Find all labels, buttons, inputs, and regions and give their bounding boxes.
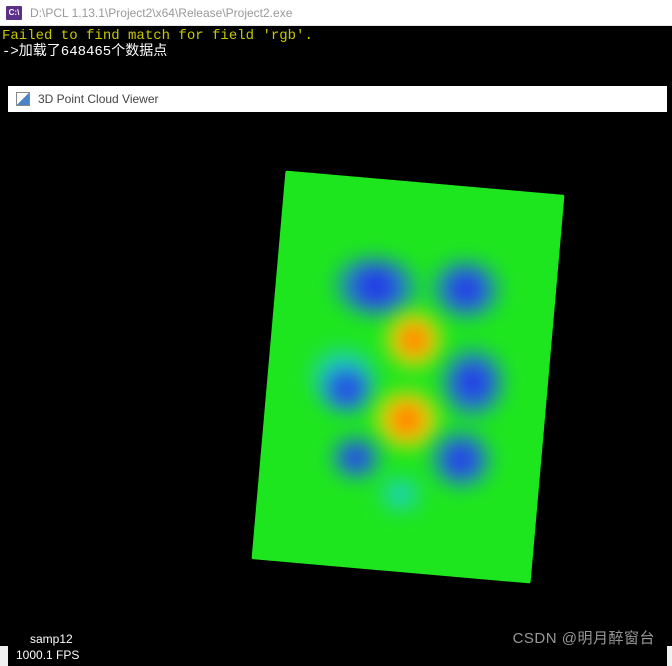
viewer-window-title: 3D Point Cloud Viewer <box>38 92 159 106</box>
viewer-app-icon <box>16 92 30 106</box>
console-app-icon: C:\ <box>6 6 22 20</box>
heatmap-blob <box>384 310 444 370</box>
heatmap-blob <box>329 255 423 318</box>
heatmap-background <box>252 171 565 584</box>
console-output: Failed to find match for field 'rgb'. ->… <box>0 26 672 646</box>
console-window: C:\ D:\PCL 1.13.1\Project2\x64\Release\P… <box>0 0 672 646</box>
fps-counter: 1000.1 FPS <box>16 648 79 662</box>
console-line-warning: Failed to find match for field 'rgb'. <box>2 28 670 44</box>
outer-titlebar[interactable]: C:\ D:\PCL 1.13.1\Project2\x64\Release\P… <box>0 0 672 26</box>
heatmap-blob <box>440 345 506 420</box>
heatmap-blob <box>329 436 382 480</box>
pointcloud-render <box>252 171 565 584</box>
sample-label: samp12 <box>30 632 73 646</box>
watermark-text: CSDN @明月醉窗台 <box>513 627 655 648</box>
heatmap-blob <box>429 429 494 489</box>
heatmap-blob <box>429 259 504 320</box>
outer-window-title: D:\PCL 1.13.1\Project2\x64\Release\Proje… <box>30 6 292 20</box>
viewer-canvas[interactable]: samp12 1000.1 FPS CSDN @明月醉窗台 <box>8 112 667 666</box>
viewer-window: 3D Point Cloud Viewer <box>8 86 667 666</box>
heatmap-blob <box>372 389 442 449</box>
viewer-titlebar[interactable]: 3D Point Cloud Viewer <box>8 86 667 112</box>
console-line-info: ->加载了648465个数据点 <box>2 44 670 60</box>
heatmap-blob <box>376 475 424 514</box>
